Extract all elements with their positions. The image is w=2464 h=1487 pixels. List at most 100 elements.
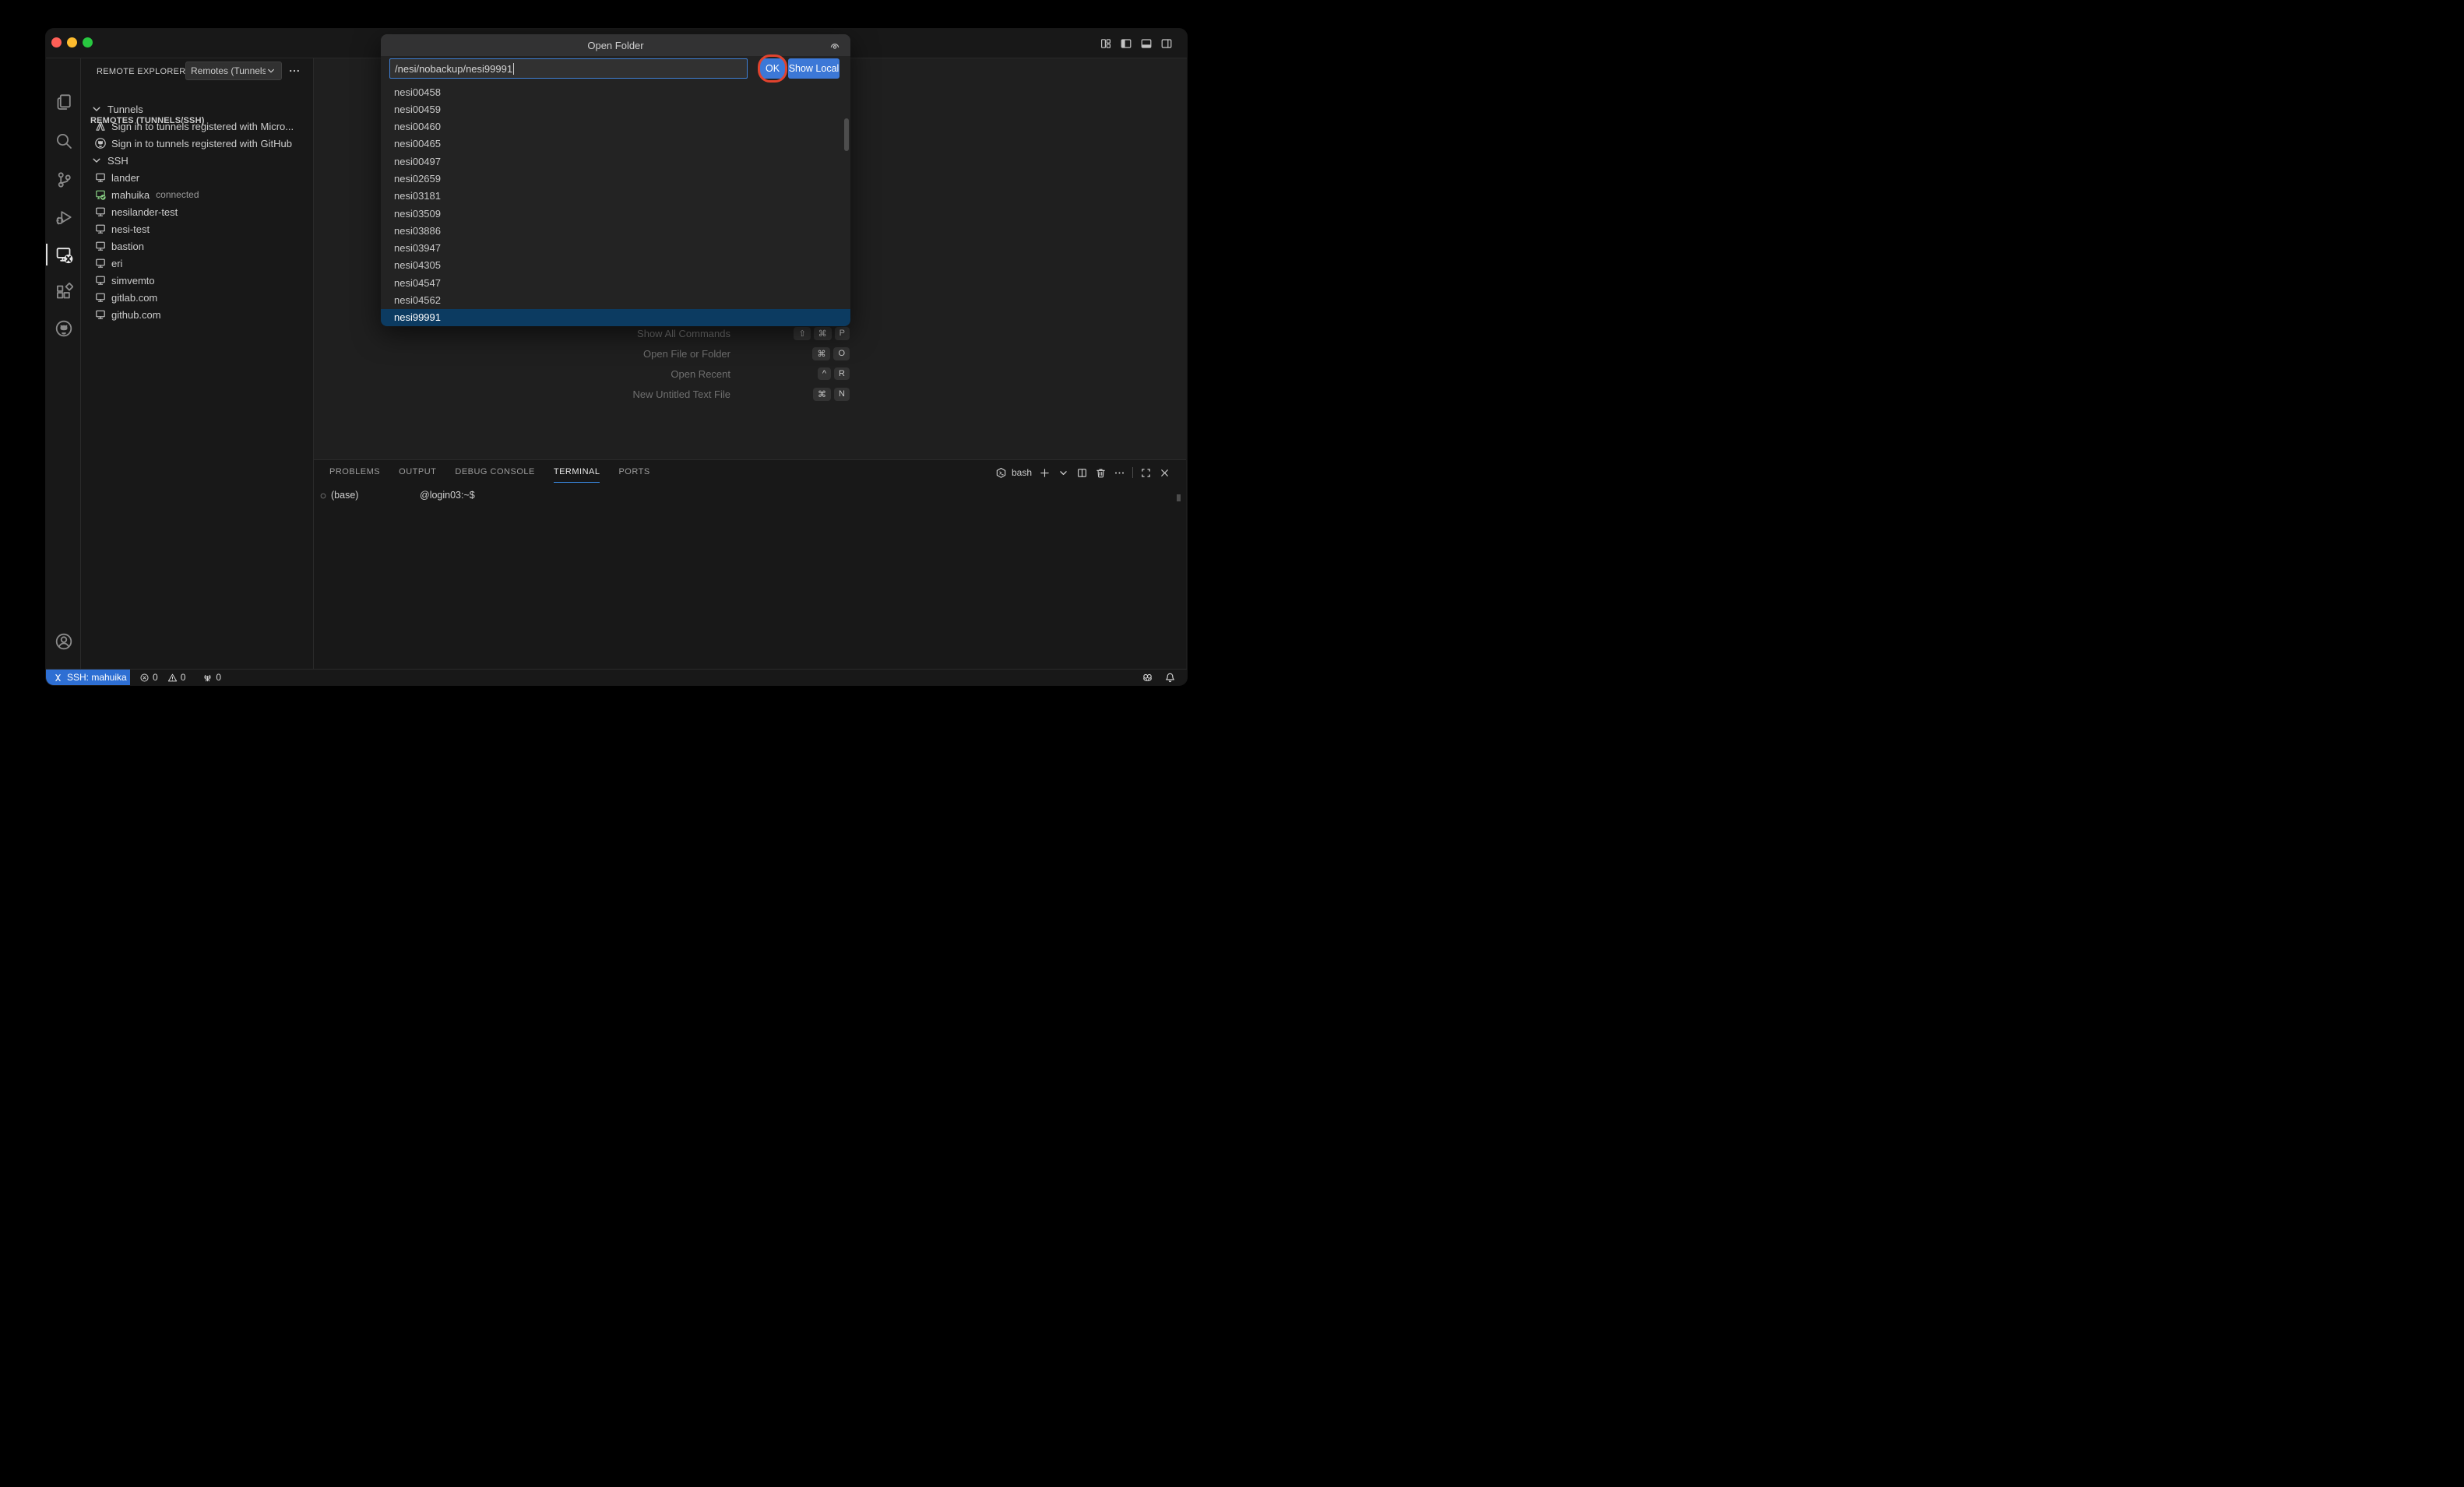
vm-icon — [94, 291, 107, 304]
ports-icon — [202, 673, 213, 683]
shortcut-row-open-file-or-folder: Open File or Folder⌘O — [552, 343, 850, 364]
remotes-view-dropdown-label: Remotes (Tunnels — [191, 65, 266, 76]
extensions-icon — [55, 283, 73, 301]
copilot-icon[interactable] — [1142, 672, 1153, 684]
folder-option-nesi03509[interactable]: nesi03509 — [381, 205, 850, 222]
toggle-secondary-sidebar-icon[interactable] — [1160, 37, 1173, 50]
github-icon — [94, 137, 107, 149]
more-actions-button[interactable] — [287, 62, 302, 79]
tree-item-ssh[interactable]: SSH — [81, 152, 313, 169]
terminal-more-icon[interactable] — [1114, 467, 1125, 479]
sidebar-title: REMOTE EXPLORER — [97, 67, 186, 76]
command-decoration-icon — [319, 492, 327, 500]
panel-tab-terminal[interactable]: TERMINAL — [554, 464, 600, 483]
folder-option-nesi00460[interactable]: nesi00460 — [381, 118, 850, 135]
eye-icon[interactable] — [829, 39, 841, 51]
tree-item-label: nesi-test — [111, 223, 150, 235]
toggle-panel-icon[interactable] — [1140, 37, 1153, 50]
tree-item-tunnels[interactable]: Tunnels — [81, 100, 313, 118]
key-chip: N — [834, 388, 850, 401]
panel-tab-output[interactable]: OUTPUT — [399, 464, 436, 483]
activity-item-remote-explorer[interactable] — [46, 244, 81, 265]
folder-option-nesi04305[interactable]: nesi04305 — [381, 257, 850, 274]
tree-item-sign-in-to-tunnels-registered-with-github[interactable]: Sign in to tunnels registered with GitHu… — [81, 135, 313, 152]
shortcut-keys: ⌘O — [743, 347, 850, 360]
shell-label[interactable]: bash — [1012, 467, 1032, 478]
tree-item-label: mahuika — [111, 189, 150, 201]
status-bar-right — [1142, 672, 1187, 684]
close-window-button[interactable] — [51, 37, 62, 47]
activity-item-run-debug[interactable] — [46, 206, 81, 228]
folder-option-nesi00459[interactable]: nesi00459 — [381, 100, 850, 118]
list-scrollbar[interactable] — [844, 118, 849, 151]
vm-icon — [94, 171, 107, 184]
bottom-panel: PROBLEMS OUTPUT DEBUG CONSOLE TERMINAL PORTS… — [314, 459, 1186, 669]
tree-item-eri[interactable]: eri — [81, 255, 313, 272]
new-terminal-icon[interactable] — [1039, 467, 1051, 479]
folder-option-nesi00465[interactable]: nesi00465 — [381, 135, 850, 153]
close-panel-icon[interactable] — [1159, 467, 1170, 479]
activity-item-github[interactable] — [46, 318, 81, 339]
remote-icon — [55, 245, 73, 264]
folder-option-nesi04562[interactable]: nesi04562 — [381, 291, 850, 308]
ellipsis-icon — [288, 65, 301, 77]
kill-terminal-icon[interactable] — [1095, 467, 1107, 479]
remotes-tree: Tunnels Sign in to tunnels registered wit… — [81, 100, 313, 323]
activity-item-search[interactable] — [46, 130, 81, 152]
vm-icon — [94, 274, 107, 287]
minimize-window-button[interactable] — [67, 37, 77, 47]
folder-option-nesi02659[interactable]: nesi02659 — [381, 170, 850, 187]
terminal-scrollbar[interactable] — [1177, 494, 1181, 501]
tree-item-github-com[interactable]: github.com — [81, 306, 313, 323]
shortcut-keys: ⇧⌘P — [743, 327, 850, 340]
panel-tab-ports[interactable]: PORTS — [618, 464, 649, 483]
search-icon — [55, 132, 73, 150]
tree-item-gitlab-com[interactable]: gitlab.com — [81, 289, 313, 306]
panel-tab-problems[interactable]: PROBLEMS — [329, 464, 380, 483]
remotes-view-dropdown[interactable]: Remotes (Tunnels — [185, 62, 282, 80]
zoom-window-button[interactable] — [83, 37, 93, 47]
tree-item-nesi-test[interactable]: nesi-test — [81, 220, 313, 237]
tree-item-bastion[interactable]: bastion — [81, 237, 313, 255]
error-count: 0 — [153, 672, 158, 683]
folder-option-nesi00497[interactable]: nesi00497 — [381, 153, 850, 170]
folder-option-nesi00458[interactable]: nesi00458 — [381, 83, 850, 100]
remote-indicator[interactable]: SSH: mahuika — [46, 670, 130, 685]
connection-status: connected — [156, 189, 199, 200]
tree-item-mahuika[interactable]: mahuika connected — [81, 186, 313, 203]
tree-item-label: github.com — [111, 309, 161, 321]
tree-item-simvemto[interactable]: simvemto — [81, 272, 313, 289]
tree-item-sign-in-to-tunnels-registered-with-micro[interactable]: Sign in to tunnels registered with Micro… — [81, 118, 313, 135]
shortcut-label: Open Recent — [552, 368, 743, 380]
shortcut-keys: ^R — [743, 367, 850, 380]
folder-option-nesi03886[interactable]: nesi03886 — [381, 222, 850, 239]
key-chip: P — [835, 327, 850, 340]
activity-item-source-control[interactable] — [46, 169, 81, 191]
customize-layout-icon[interactable] — [1100, 37, 1112, 50]
split-terminal-icon[interactable] — [1076, 467, 1088, 479]
maximize-panel-icon[interactable] — [1140, 467, 1152, 479]
folder-option-nesi99991[interactable]: nesi99991 — [381, 309, 850, 326]
folder-option-nesi04547[interactable]: nesi04547 — [381, 274, 850, 291]
toolbar-separator — [1132, 467, 1133, 478]
tree-item-lander[interactable]: lander — [81, 169, 313, 186]
vm-icon — [94, 206, 107, 218]
activity-item-explorer[interactable] — [46, 91, 81, 113]
toggle-primary-sidebar-icon[interactable] — [1120, 37, 1132, 50]
folder-option-nesi03181[interactable]: nesi03181 — [381, 188, 850, 205]
vm-icon — [94, 257, 107, 269]
folder-path-input[interactable]: /nesi/nobackup/nesi99991 — [389, 58, 748, 79]
tree-item-label: simvemto — [111, 275, 155, 287]
problems-indicator[interactable]: 0 0 0 — [139, 672, 221, 683]
panel-tab-debug-console[interactable]: DEBUG CONSOLE — [455, 464, 534, 483]
folder-option-nesi03947[interactable]: nesi03947 — [381, 240, 850, 257]
notifications-bell-icon[interactable] — [1164, 672, 1176, 684]
activity-item-accounts[interactable] — [46, 631, 81, 652]
activity-item-extensions[interactable] — [46, 281, 81, 303]
debug-icon — [55, 208, 73, 227]
tree-item-label: Sign in to tunnels registered with Micro… — [111, 121, 294, 132]
terminal-dropdown-icon[interactable] — [1058, 467, 1069, 479]
show-local-button[interactable]: Show Local — [788, 58, 840, 79]
github-icon — [55, 319, 73, 338]
tree-item-nesilander-test[interactable]: nesilander-test — [81, 203, 313, 220]
